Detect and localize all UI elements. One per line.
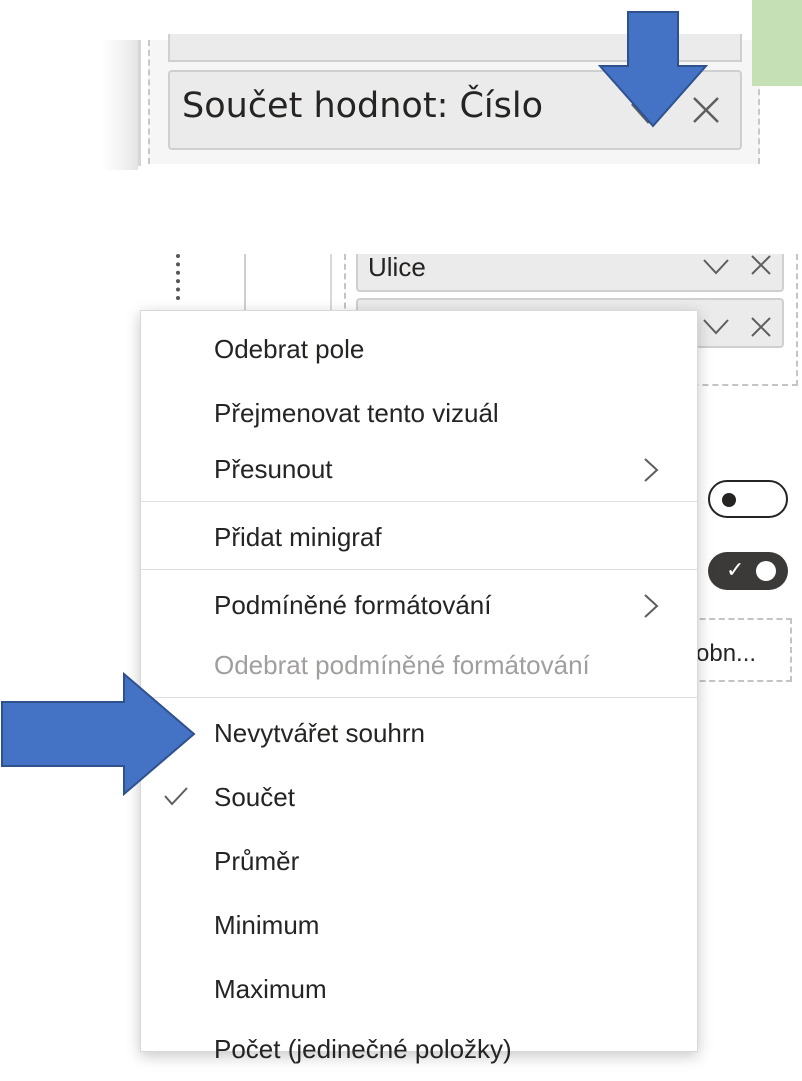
field-pill-ulice-label: Ulice: [368, 252, 426, 282]
menu-item-prumer[interactable]: Průměr: [141, 829, 697, 893]
toggle-off[interactable]: [708, 480, 788, 518]
dropdown-field-text: obn...: [696, 640, 757, 667]
menu-item-pocet-jedinecne[interactable]: Počet (jedinečné položky): [141, 1017, 697, 1081]
chevron-down-icon[interactable]: [702, 318, 730, 336]
chevron-down-icon[interactable]: [702, 258, 730, 276]
panel-divider: [138, 40, 141, 166]
menu-item-podminene-formatovani[interactable]: Podmíněné formátování: [141, 573, 697, 637]
annotation-arrow-right-icon: [1, 672, 196, 796]
toggle-on[interactable]: ✓: [708, 552, 788, 590]
menu-item-soucet[interactable]: Součet: [141, 765, 697, 829]
annotation-arrow-down-icon: [598, 11, 708, 128]
menu-item-minimum[interactable]: Minimum: [141, 893, 697, 957]
field-pill-label: Součet hodnot: Číslo: [182, 86, 544, 126]
checkmark-icon: ✓: [726, 558, 745, 583]
chevron-right-icon: [644, 458, 659, 482]
menu-separator: [141, 569, 697, 570]
menu-item-pridat-minigraf[interactable]: Přidat minigraf: [141, 505, 697, 569]
chevron-right-icon: [644, 594, 659, 618]
menu-item-odebrat-pole[interactable]: Odebrat pole: [141, 317, 697, 381]
drag-handle[interactable]: [176, 254, 184, 300]
menu-separator: [141, 501, 697, 502]
close-icon[interactable]: [750, 254, 772, 276]
close-icon[interactable]: [750, 316, 772, 338]
menu-item-odebrat-podminene-formatovani: Odebrat podmíněné formátování: [214, 650, 590, 680]
menu-separator: [141, 697, 697, 698]
menu-item-nevytvaret-souhrn[interactable]: Nevytvářet souhrn: [141, 701, 697, 765]
panel-edge-shadow: [102, 40, 138, 170]
menu-item-prejmenovat[interactable]: Přejmenovat tento vizuál: [141, 381, 697, 445]
green-highlight-box: [752, 0, 802, 86]
menu-item-presunout[interactable]: Přesunout: [141, 437, 697, 501]
menu-item-maximum[interactable]: Maximum: [141, 957, 697, 1021]
context-menu: Odebrat pole Přejmenovat tento vizuál Př…: [140, 310, 698, 1064]
